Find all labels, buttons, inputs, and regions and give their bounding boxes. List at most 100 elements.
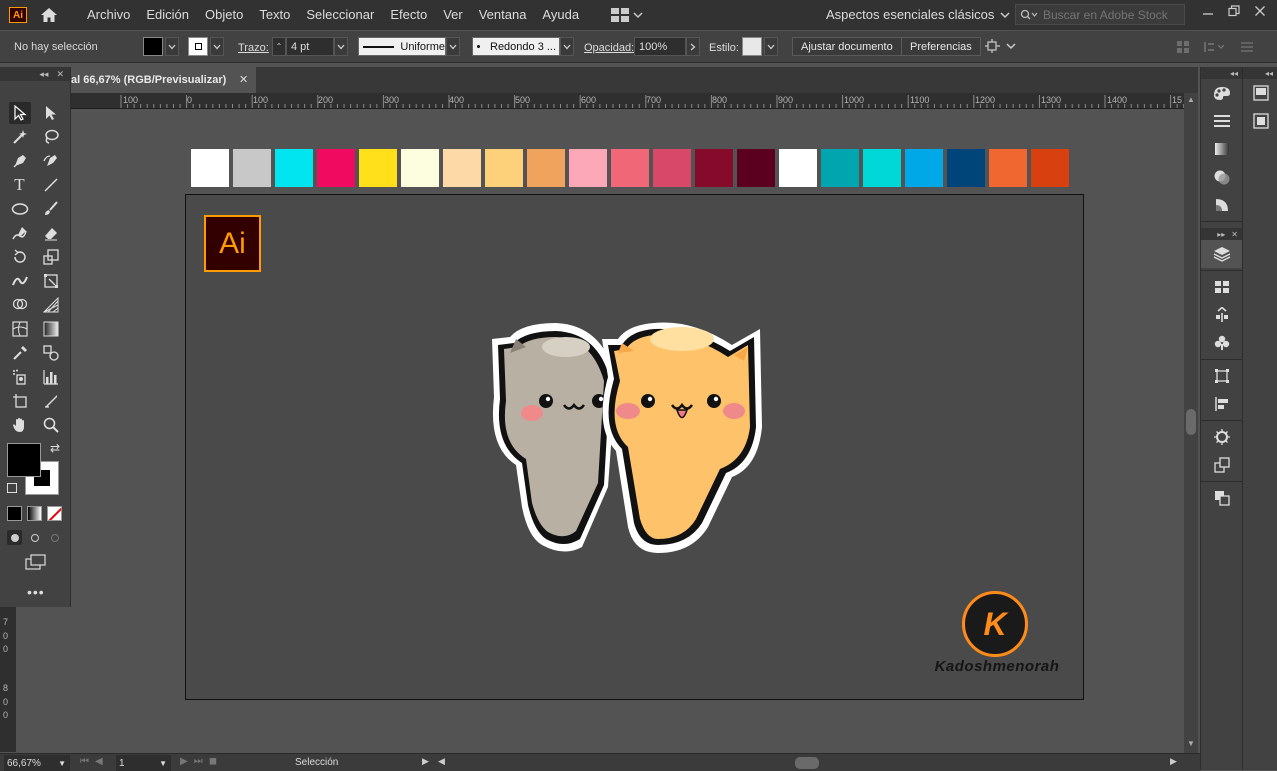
transparency-panel-icon[interactable] [1201, 163, 1243, 191]
restore-icon[interactable] [1225, 2, 1243, 20]
transform-icon[interactable] [1176, 40, 1190, 54]
gradient-panel-icon[interactable] [1201, 135, 1243, 163]
none-mode-icon[interactable] [47, 506, 62, 521]
collapse-icon[interactable]: ◂◂ [1265, 69, 1273, 78]
align-menu[interactable] [984, 38, 1016, 54]
scroll-right-icon[interactable]: ▶ [1170, 756, 1177, 767]
asset-export-panel-icon[interactable] [1201, 301, 1243, 329]
paintbrush-tool-icon[interactable] [40, 198, 62, 220]
zoom-tool-icon[interactable] [40, 414, 62, 436]
draw-normal-icon[interactable] [7, 530, 22, 545]
color-swatch[interactable] [695, 149, 733, 187]
swap-fill-stroke-icon[interactable]: ⇄ [50, 441, 60, 455]
menu-edicion[interactable]: Edición [138, 0, 197, 30]
style-swatch[interactable] [742, 37, 762, 56]
close-panel-icon[interactable]: ✕ [56, 69, 64, 80]
fit-document-button[interactable]: Ajustar documento [792, 37, 902, 56]
artboard-number-field[interactable]: 1 ▼ [116, 755, 171, 771]
column-graph-tool-icon[interactable] [40, 366, 62, 388]
artboard[interactable]: Ai K Kadoshmenorah [185, 194, 1084, 700]
menu-ver[interactable]: Ver [435, 0, 471, 30]
shaper-tool-icon[interactable] [9, 222, 31, 244]
type-tool-icon[interactable]: T [9, 174, 31, 196]
color-swatch[interactable] [611, 149, 649, 187]
first-artboard-icon[interactable]: ⏮ [80, 756, 89, 767]
canvas-vertical-scrollbar[interactable]: ▲ ▼ [1184, 93, 1198, 753]
profile-field[interactable]: Uniforme [358, 37, 446, 56]
eraser-tool-icon[interactable] [40, 222, 62, 244]
magic-wand-tool-icon[interactable] [9, 126, 31, 148]
profile-dropdown[interactable] [446, 37, 460, 56]
stroke-dropdown[interactable] [210, 37, 224, 56]
blend-tool-icon[interactable] [40, 342, 62, 364]
stroke-weight-dropdown[interactable] [334, 37, 348, 56]
direct-selection-tool-icon[interactable] [40, 102, 62, 124]
color-swatch[interactable] [653, 149, 691, 187]
menu-seleccionar[interactable]: Seleccionar [298, 0, 382, 30]
document-tab[interactable]: al 66,67% (RGB/Previsualizar) ✕ [71, 67, 256, 93]
menu-archivo[interactable]: Archivo [79, 0, 138, 30]
draw-inside-icon[interactable] [47, 530, 62, 545]
color-swatch[interactable] [485, 149, 523, 187]
close-tab-icon[interactable]: ✕ [239, 73, 248, 86]
color-swatch[interactable] [275, 149, 313, 187]
color-swatch[interactable] [905, 149, 943, 187]
color-swatch[interactable] [359, 149, 397, 187]
fill-swatch[interactable] [143, 37, 163, 56]
opacity-arrow[interactable] [686, 37, 700, 56]
stroke-swatch[interactable] [188, 37, 208, 56]
color-swatch[interactable] [863, 149, 901, 187]
pen-tool-icon[interactable] [9, 150, 31, 172]
color-swatch[interactable] [569, 149, 607, 187]
hand-tool-icon[interactable] [9, 414, 31, 436]
opacity-field[interactable]: 100% [634, 37, 686, 56]
color-swatch[interactable] [191, 149, 229, 187]
vertical-ruler[interactable]: 7 0 0 8 0 0 [0, 607, 16, 752]
preferences-button[interactable]: Preferencias [901, 37, 981, 56]
color-swatch[interactable] [1031, 149, 1069, 187]
more-tools-icon[interactable]: ••• [27, 584, 45, 600]
color-swatch[interactable] [821, 149, 859, 187]
isolate-icon[interactable] [1204, 40, 1226, 54]
color-swatch[interactable] [737, 149, 775, 187]
opacity-label[interactable]: Opacidad: [584, 42, 634, 54]
arrange-documents-button[interactable] [611, 8, 643, 22]
line-segment-tool-icon[interactable] [40, 174, 62, 196]
previous-artboard-icon[interactable]: ◀ [95, 756, 103, 767]
close-panel-icon[interactable]: ✕ [1231, 230, 1238, 239]
artboards-panel-icon[interactable] [1201, 273, 1243, 301]
scroll-down-icon[interactable]: ▼ [1187, 739, 1195, 748]
status-menu-icon[interactable]: ▶ [422, 756, 429, 767]
scroll-up-icon[interactable]: ▲ [1187, 95, 1195, 104]
panel-menu-icon[interactable] [1240, 41, 1254, 53]
brush-dropdown[interactable] [560, 37, 574, 56]
expand-icon[interactable]: ▸▸ [1217, 230, 1225, 239]
scroll-left-icon[interactable]: ◀ [438, 756, 445, 767]
horizontal-scroll-thumb[interactable] [795, 757, 819, 769]
menu-ventana[interactable]: Ventana [471, 0, 535, 30]
fill-color-box[interactable] [7, 443, 41, 477]
properties-panel-icon[interactable] [1243, 79, 1277, 107]
default-colors-icon[interactable] [7, 483, 17, 493]
slice-tool-icon[interactable] [40, 390, 62, 412]
stock-search-input[interactable] [1043, 7, 1183, 22]
artboard-menu-icon[interactable]: ◼ [209, 756, 217, 767]
lasso-tool-icon[interactable] [40, 126, 62, 148]
stroke-label[interactable]: Trazo: [238, 42, 269, 54]
menu-ayuda[interactable]: Ayuda [534, 0, 587, 30]
fill-dropdown[interactable] [165, 37, 179, 56]
minimize-icon[interactable] [1199, 2, 1217, 20]
collapse-icon[interactable]: ◂◂ [39, 69, 48, 80]
home-icon[interactable] [39, 6, 59, 24]
selection-tool-icon[interactable] [8, 102, 31, 124]
menu-texto[interactable]: Texto [251, 0, 298, 30]
collapse-icon[interactable]: ◂◂ [1230, 69, 1238, 78]
color-swatch[interactable] [317, 149, 355, 187]
color-swatch[interactable] [779, 149, 817, 187]
shape-builder-tool-icon[interactable] [9, 294, 31, 316]
color-swatch[interactable] [233, 149, 271, 187]
gradient-mode-icon[interactable] [27, 506, 42, 521]
mesh-tool-icon[interactable] [9, 318, 31, 340]
swatches-panel-icon[interactable] [1201, 107, 1243, 135]
stroke-stepper[interactable]: ⌃ [272, 37, 286, 56]
